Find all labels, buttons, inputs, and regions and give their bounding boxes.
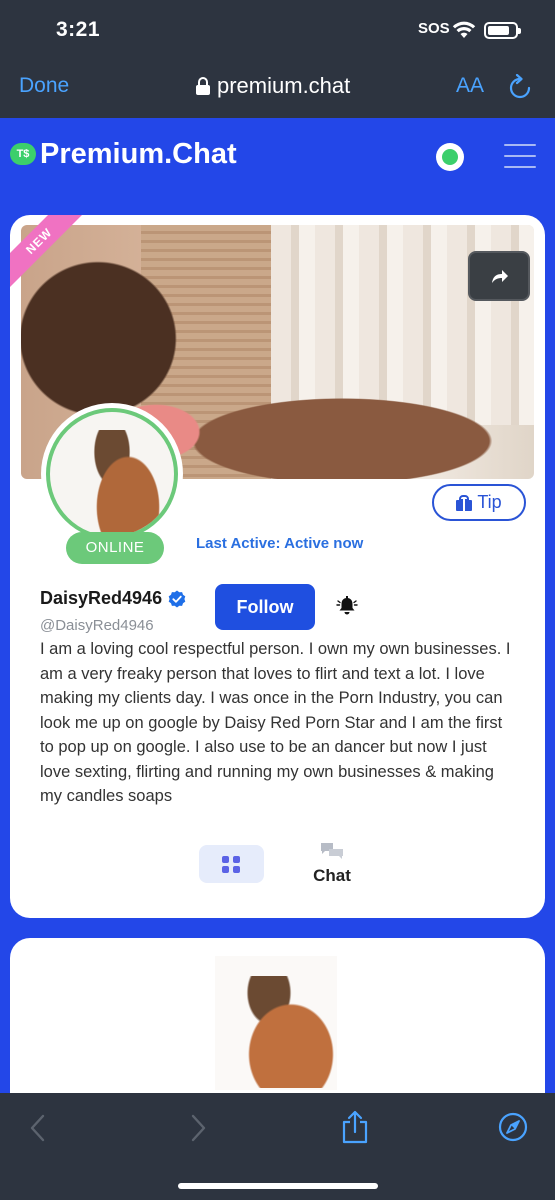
last-active-value: Active now <box>284 535 364 552</box>
profile-card: NEW ONLINE Tip Last Active: Active now D… <box>10 215 545 918</box>
verified-icon <box>168 590 186 607</box>
url-text: premium.chat <box>217 73 351 98</box>
username-text: DaisyRed4946 <box>40 588 163 608</box>
text-size-button[interactable]: AA <box>456 74 484 98</box>
handle: @DaisyRed4946 <box>40 617 154 634</box>
reload-icon[interactable] <box>508 74 532 100</box>
home-indicator <box>178 1183 378 1189</box>
follow-button[interactable]: Follow <box>215 584 315 630</box>
chat-bubble-icon <box>321 843 343 859</box>
chevron-right-icon[interactable] <box>188 1113 208 1143</box>
last-active-label: Last Active: <box>196 535 281 552</box>
last-active: Last Active: Active now <box>196 535 363 552</box>
bio-text: I am a loving cool respectful person. I … <box>40 640 511 805</box>
compass-icon[interactable] <box>498 1112 528 1142</box>
battery-icon <box>484 22 521 39</box>
share-button[interactable] <box>468 251 530 301</box>
app-header: T$ Premium.Chat <box>0 118 555 198</box>
sos-indicator: SOS <box>418 20 450 37</box>
chat-label: Chat <box>313 866 351 885</box>
tab-chat[interactable]: Chat <box>306 840 358 888</box>
browser-toolbar <box>0 1093 555 1200</box>
tip-label: Tip <box>477 492 502 512</box>
tab-grid[interactable] <box>199 845 264 883</box>
avatar[interactable] <box>41 403 183 545</box>
address-bar[interactable]: premium.chat <box>196 73 350 99</box>
browser-bar: Done premium.chat AA <box>0 62 555 118</box>
online-badge: ONLINE <box>66 532 164 564</box>
share-icon <box>492 270 508 283</box>
online-status-indicator[interactable] <box>436 143 464 171</box>
status-bar: 3:21 SOS <box>0 0 555 62</box>
brand-name[interactable]: Premium.Chat <box>40 138 237 171</box>
username: DaisyRed4946 <box>40 588 186 609</box>
status-time: 3:21 <box>56 18 101 41</box>
menu-icon[interactable] <box>504 144 536 168</box>
gift-icon <box>456 494 473 511</box>
brand-logo-icon: T$ <box>10 143 36 165</box>
tip-button[interactable]: Tip <box>432 484 526 521</box>
bell-icon[interactable] <box>336 595 358 617</box>
done-button[interactable]: Done <box>19 74 69 98</box>
chevron-left-icon[interactable] <box>28 1113 48 1143</box>
lock-icon <box>196 77 210 95</box>
wifi-icon <box>452 21 476 38</box>
share-toolbar-icon[interactable] <box>340 1110 370 1144</box>
post-image[interactable] <box>215 956 337 1090</box>
